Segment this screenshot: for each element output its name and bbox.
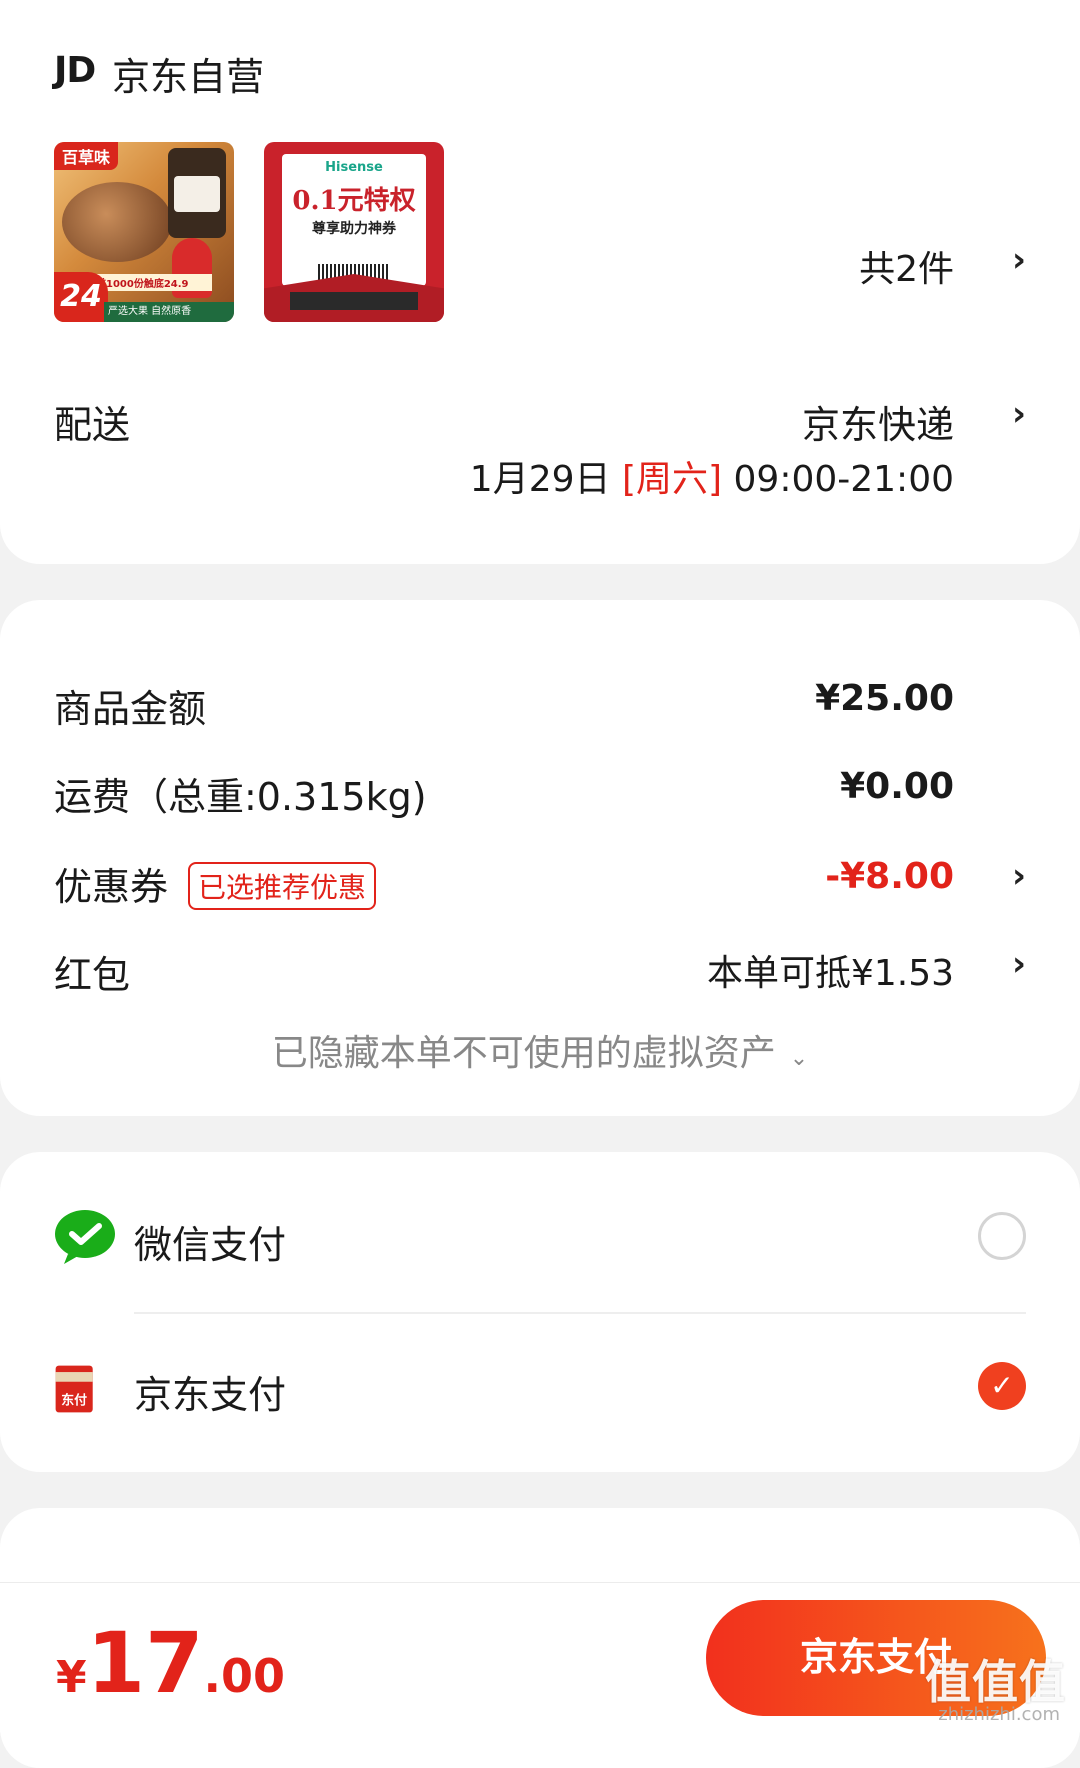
chevron-right-icon[interactable]: › [1012,394,1026,434]
coupon-label: 优惠券 [54,865,169,909]
coupon-tag: 已选推荐优惠 [188,861,377,910]
jd-pay-icon-text: 东付 [61,1392,87,1408]
thumb-price-badge: 24 [54,272,108,322]
jd-pay-radio-checked[interactable]: ✓ [978,1362,1026,1410]
chevron-down-icon: ⌄ [789,1046,809,1071]
coupon-paper: Hisense 0.1元特权 尊享助力神券 [282,154,426,286]
thumb-sub: 尊享助力神券 [312,221,396,237]
thumb-band: 严选大果 自然原香 [104,302,234,322]
watermark-logo: 值值值 [925,1655,1066,1709]
hidden-assets-toggle[interactable]: 已隐藏本单不可使用的虚拟资产 ⌄ [0,1024,1080,1076]
wechat-pay-icon [55,1210,115,1264]
divider [134,1312,1026,1314]
wechat-pay-radio[interactable] [978,1212,1026,1260]
product-thumbnail-cashew[interactable]: 百草味 前1000份触底24.9 24 严选大果 自然原香 [54,142,234,322]
thumb-promo: 前1000份触底24.9 [92,274,212,291]
delivery-window: 09:00-21:00 [733,459,954,500]
coupon-row[interactable]: 优惠券 已选推荐优惠 [54,856,377,914]
jar-label [174,176,220,212]
jd-pay-icon: 东付 [55,1365,93,1413]
chevron-right-icon[interactable]: › [1012,944,1026,984]
thumb-headline: 0.1元特权 [292,186,416,216]
red-packet-value[interactable]: 本单可抵¥1.53 [707,944,954,996]
items-count[interactable]: 共2件 [859,240,954,292]
hidden-assets-text: 已隐藏本单不可使用的虚拟资产 [271,1033,776,1074]
thumb-brand: 百草味 [54,142,119,170]
delivery-date: 1月29日 [469,459,611,500]
wechat-pay-label[interactable]: 微信支付 [134,1214,286,1269]
goods-amount-label: 商品金额 [54,687,207,731]
total-price: ¥17.00 [56,1614,285,1712]
jd-pay-label[interactable]: 京东支付 [134,1364,286,1419]
red-packet-label: 红包 [54,953,131,997]
total-currency: ¥ [56,1652,87,1703]
delivery-label: 配送 [54,403,131,447]
shipping-label: 运费（总重:0.315kg) [54,775,427,819]
cashew-image [62,182,172,262]
shipping-value: ¥0.00 [840,766,954,807]
check-icon: ✓ [990,1369,1014,1402]
delivery-time[interactable]: 1月29日 [周六] 09:00-21:00 [470,450,954,502]
chevron-right-icon[interactable]: › [1012,240,1026,280]
shop-name: 京东自营 [112,55,265,99]
watermark-url: zhizhizhi.com [938,1704,1060,1725]
total-decimal: .00 [203,1649,286,1703]
delivery-weekday: [周六] [621,459,723,500]
jd-logo: JD [54,50,96,91]
product-thumbnail-coupon[interactable]: Hisense 0.1元特权 尊享助力神券 [264,142,444,322]
total-integer: 17 [86,1614,204,1712]
coupon-footer [290,292,418,310]
thumb-brand-hisense: Hisense [325,160,383,175]
coupon-value[interactable]: -¥8.00 [825,856,954,897]
chevron-right-icon[interactable]: › [1012,856,1026,896]
delivery-method[interactable]: 京东快递 [802,394,954,449]
goods-amount-value: ¥25.00 [815,678,954,719]
